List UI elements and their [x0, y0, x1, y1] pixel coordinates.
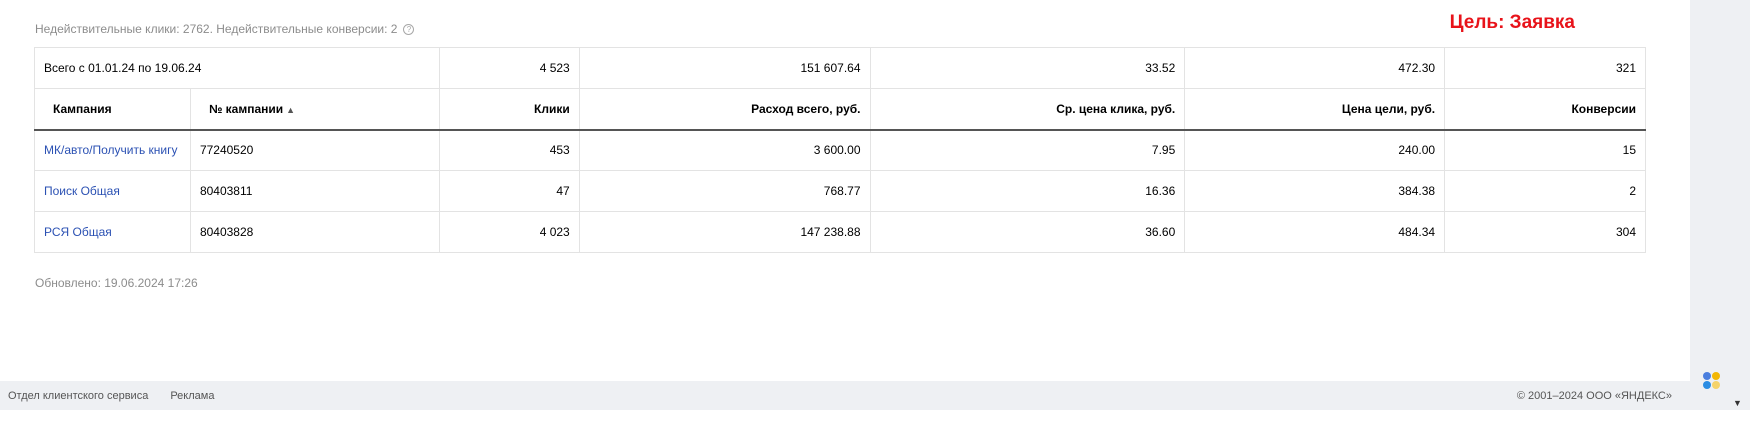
- column-header-conversions[interactable]: Конверсии: [1444, 88, 1646, 131]
- total-avg-cpc: 33.52: [869, 47, 1186, 89]
- scrollbar-track[interactable]: [1690, 0, 1750, 410]
- footer: Отдел клиентского сервиса Реклама © 2001…: [0, 381, 1690, 410]
- total-cpa: 472.30: [1184, 47, 1446, 89]
- campaign-link[interactable]: Поиск Общая: [44, 184, 120, 198]
- footer-links: Отдел клиентского сервиса Реклама: [0, 390, 214, 402]
- column-header-cpa[interactable]: Цена цели, руб.: [1184, 88, 1446, 131]
- table-row: Поиск Общая 80403811 47 768.77 16.36 384…: [34, 170, 1646, 212]
- scroll-down-arrow-icon[interactable]: ▼: [1733, 398, 1742, 408]
- updated-timestamp: Обновлено: 19.06.2024 17:26: [35, 276, 198, 290]
- total-clicks: 4 523: [438, 47, 580, 89]
- campaign-link[interactable]: РСЯ Общая: [44, 225, 112, 239]
- clicks-cell: 47: [438, 170, 580, 212]
- help-icon[interactable]: ?: [403, 23, 415, 35]
- conversions-cell: 15: [1444, 129, 1646, 171]
- campaign-id: 77240520: [189, 129, 440, 171]
- column-header-avg-cpc[interactable]: Ср. цена клика, руб.: [869, 88, 1186, 131]
- header-row: Кампания № кампании ▲ Клики Расход всего,…: [34, 88, 1646, 131]
- footer-link-ads[interactable]: Реклама: [170, 390, 214, 402]
- goal-label: Цель: Заявка: [1449, 12, 1575, 33]
- column-header-campaign[interactable]: Кампания: [34, 88, 191, 131]
- column-header-campaign-id-label: № кампании: [208, 101, 284, 116]
- total-spend: 151 607.64: [578, 47, 871, 89]
- campaign-link[interactable]: МК/авто/Получить книгу: [44, 143, 178, 157]
- copyright: © 2001–2024 ООО «ЯНДЕКС»: [1516, 389, 1672, 402]
- table-row: МК/авто/Получить книгу 77240520 453 3 60…: [34, 129, 1646, 171]
- conversions-cell: 2: [1444, 170, 1646, 212]
- report-page: Недействительные клики: 2762. Недействит…: [0, 0, 1690, 434]
- avg-cpc-cell: 36.60: [869, 211, 1186, 253]
- clicks-cell: 4 023: [438, 211, 580, 253]
- column-header-campaign-id[interactable]: № кампании ▲: [189, 88, 440, 131]
- column-header-clicks[interactable]: Клики: [438, 88, 580, 131]
- spend-cell: 147 238.88: [578, 211, 871, 253]
- avg-cpc-cell: 7.95: [869, 129, 1186, 171]
- campaign-id: 80403811: [189, 170, 440, 212]
- clicks-cell: 453: [438, 129, 580, 171]
- table-row: РСЯ Общая 80403828 4 023 147 238.88 36.6…: [34, 211, 1646, 253]
- cpa-cell: 484.34: [1184, 211, 1446, 253]
- invalid-stats: Недействительные клики: 2762. Недействит…: [35, 22, 415, 36]
- sort-ascending-icon: ▲: [286, 104, 296, 115]
- campaign-stats-table: Всего с 01.01.24 по 19.06.24 4 523 151 6…: [34, 47, 1646, 253]
- campaign-id: 80403828: [189, 211, 440, 253]
- total-row: Всего с 01.01.24 по 19.06.24 4 523 151 6…: [34, 47, 1646, 89]
- spend-cell: 768.77: [578, 170, 871, 212]
- column-header-spend[interactable]: Расход всего, руб.: [578, 88, 871, 131]
- total-conversions: 321: [1444, 47, 1646, 89]
- cpa-cell: 384.38: [1184, 170, 1446, 212]
- total-label: Всего с 01.01.24 по 19.06.24: [34, 47, 440, 89]
- cpa-cell: 240.00: [1184, 129, 1446, 171]
- avg-cpc-cell: 16.36: [869, 170, 1186, 212]
- footer-link-support[interactable]: Отдел клиентского сервиса: [8, 390, 148, 402]
- conversions-cell: 304: [1444, 211, 1646, 253]
- assistant-widget-icon[interactable]: [1701, 370, 1723, 392]
- invalid-stats-text: Недействительные клики: 2762. Недействит…: [35, 22, 398, 36]
- spend-cell: 3 600.00: [578, 129, 871, 171]
